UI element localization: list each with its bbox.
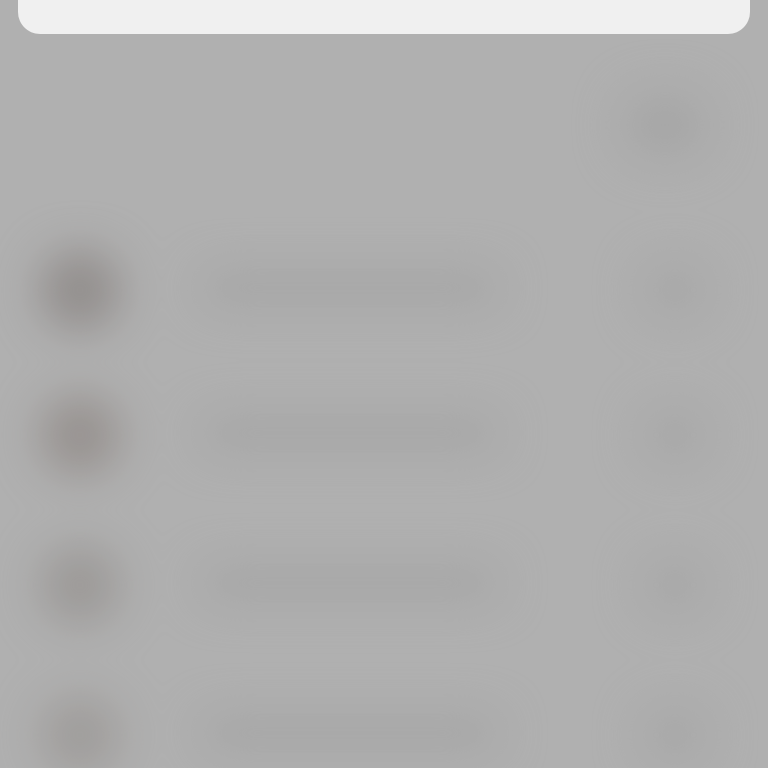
dim-overlay[interactable] <box>0 0 768 768</box>
app-screen <box>0 0 768 768</box>
top-sheet-card[interactable] <box>18 0 750 34</box>
